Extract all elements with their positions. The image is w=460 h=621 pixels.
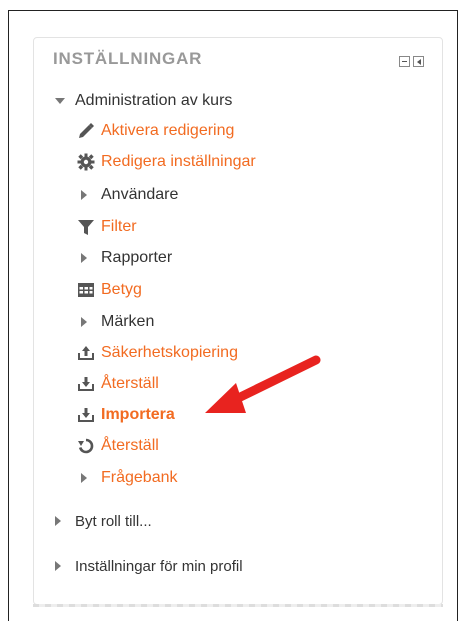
annotation-arrow-icon: [205, 355, 321, 413]
